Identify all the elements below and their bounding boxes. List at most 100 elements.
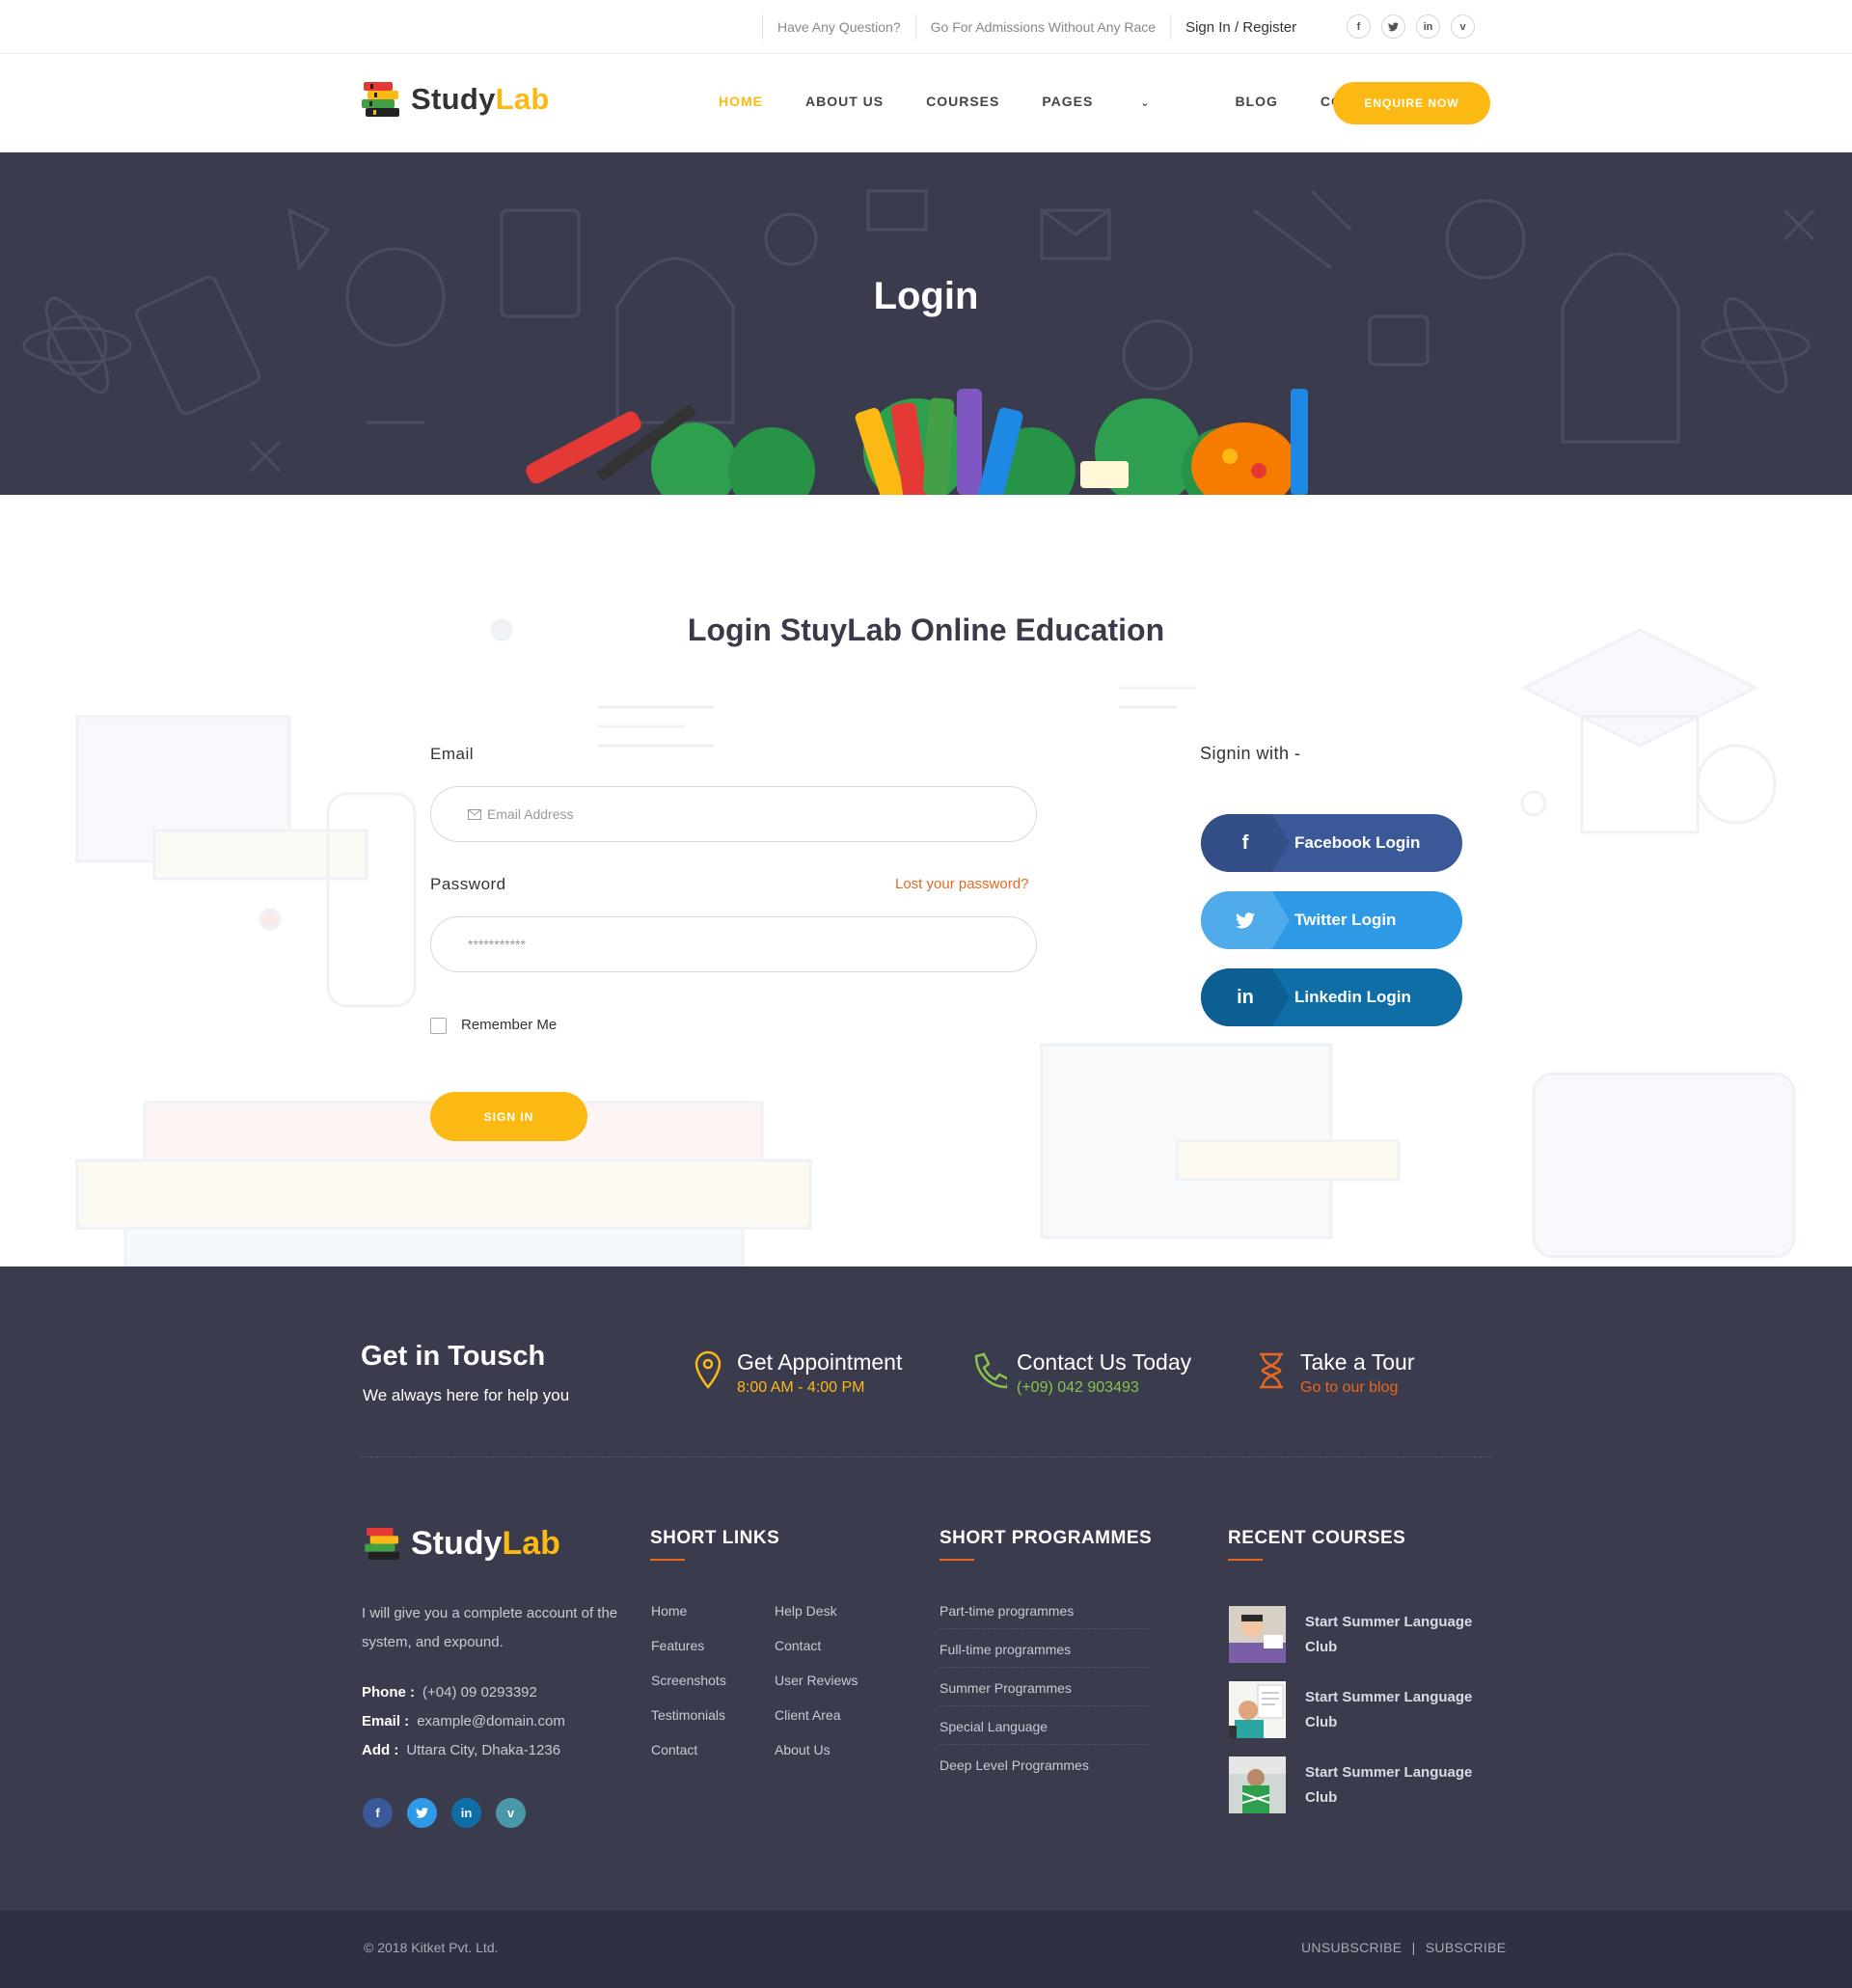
tour-title: Take a Tour — [1300, 1349, 1415, 1375]
signin-with-label: Signin with - — [1200, 744, 1301, 763]
tour-blog-link[interactable]: Go to our blog — [1300, 1377, 1414, 1399]
linkedin-icon: in — [1201, 968, 1290, 1026]
divider — [1170, 14, 1172, 40]
footer-link-user-reviews[interactable]: User Reviews — [775, 1673, 858, 1688]
contact-title: Contact Us Today — [1017, 1349, 1192, 1375]
programme-item[interactable]: Deep Level Programmes — [940, 1757, 1148, 1783]
chevron-down-icon: ⌄ — [1140, 97, 1151, 109]
enquire-button[interactable]: ENQUIRE NOW — [1333, 82, 1490, 124]
twitter-icon[interactable] — [407, 1798, 437, 1828]
books-logo-icon — [362, 82, 399, 117]
facebook-icon[interactable]: f — [1347, 14, 1371, 39]
facebook-icon: f — [1201, 814, 1290, 872]
get-in-touch-title: Get in Tousch — [361, 1341, 546, 1372]
footer-link-about-us[interactable]: About Us — [775, 1742, 831, 1757]
twitter-icon[interactable] — [1381, 14, 1405, 39]
programme-item[interactable]: Special Language — [940, 1719, 1148, 1745]
nav-blog[interactable]: BLOG — [1235, 94, 1277, 109]
programme-item[interactable]: Part-time programmes — [940, 1603, 1148, 1629]
footer-link-home[interactable]: Home — [651, 1603, 687, 1619]
remember-checkbox[interactable] — [430, 1018, 447, 1034]
footer-link-help-desk[interactable]: Help Desk — [775, 1603, 837, 1619]
nav-about[interactable]: ABOUT US — [805, 94, 884, 109]
password-field[interactable]: *********** — [430, 916, 1037, 972]
footer: Get in Tousch We always here for help yo… — [0, 1266, 1852, 1911]
footer-link-client-area[interactable]: Client Area — [775, 1707, 840, 1723]
password-placeholder: *********** — [468, 937, 526, 952]
footer-logo-text: StudyLab — [411, 1525, 560, 1562]
appointment-title: Get Appointment — [737, 1349, 903, 1375]
course-item[interactable]: Start Summer Language Club — [1229, 1757, 1498, 1813]
recent-courses-heading: RECENT COURSES — [1228, 1528, 1406, 1561]
contact-phone[interactable]: (+09) 042 903493 — [1017, 1377, 1191, 1399]
lost-password-link[interactable]: Lost your password? — [895, 876, 1028, 892]
subscription-links: UNSUBSCRIBE | SUBSCRIBE — [1301, 1940, 1506, 1955]
vimeo-icon[interactable]: v — [1451, 14, 1475, 39]
linkedin-login-button[interactable]: in Linkedin Login — [1201, 968, 1462, 1026]
password-label: Password — [430, 875, 506, 893]
top-links: Have Any Question? Go For Admissions Wit… — [748, 0, 1296, 54]
linkedin-icon[interactable]: in — [1416, 14, 1440, 39]
footer-about: I will give you a complete account of th… — [362, 1605, 618, 1650]
appointment-info: Get Appointment 8:00 AM - 4:00 PM — [689, 1348, 902, 1399]
page-title: Login — [873, 275, 979, 317]
footer-link-features[interactable]: Features — [651, 1638, 704, 1653]
top-socials: f in v — [1347, 14, 1475, 39]
divider — [762, 14, 763, 40]
contact-info: Contact Us Today (+09) 042 903493 — [968, 1348, 1191, 1399]
short-programmes-heading: SHORT PROGRAMMES — [940, 1528, 1153, 1561]
school-supplies-illustration — [526, 389, 1308, 495]
envelope-icon — [468, 808, 481, 820]
nav-home[interactable]: HOME — [719, 94, 763, 109]
vimeo-icon[interactable]: v — [496, 1798, 526, 1828]
subscribe-link[interactable]: SUBSCRIBE — [1426, 1940, 1507, 1955]
email-field[interactable]: Email Address — [430, 786, 1037, 842]
twitter-icon — [1201, 891, 1290, 949]
separator: | — [1411, 1940, 1416, 1955]
main-nav: HOME ABOUT US COURSES PAGES ⌄ BLOG CONTA… — [719, 94, 1434, 109]
linkedin-icon[interactable]: in — [451, 1798, 481, 1828]
programme-item[interactable]: Summer Programmes — [940, 1680, 1148, 1706]
twitter-login-button[interactable]: Twitter Login — [1201, 891, 1462, 949]
unsubscribe-link[interactable]: UNSUBSCRIBE — [1301, 1940, 1402, 1955]
footer-phone: Phone : (+04) 09 0293392 — [362, 1684, 537, 1701]
course-title: Start Summer Language Club — [1305, 1689, 1473, 1730]
login-heading: Login StuyLab Online Education — [687, 613, 1165, 647]
signin-button[interactable]: SIGN IN — [430, 1092, 587, 1141]
copyright-text: © 2018 Kitket Pvt. Ltd. — [364, 1940, 499, 1955]
footer-email: Email : example@domain.com — [362, 1713, 565, 1729]
course-thumbnail — [1229, 1606, 1286, 1663]
admissions-link[interactable]: Go For Admissions Without Any Race — [931, 19, 1156, 35]
footer-link-testimonials[interactable]: Testimonials — [651, 1707, 725, 1723]
books-logo-icon — [365, 1528, 399, 1560]
footer-address: Add : Uttara City, Dhaka-1236 — [362, 1742, 561, 1758]
facebook-icon[interactable]: f — [363, 1798, 393, 1828]
short-links-heading: SHORT LINKS — [650, 1528, 780, 1561]
email-label: Email — [430, 745, 475, 763]
footer-link-contact-2[interactable]: Contact — [775, 1638, 821, 1653]
footer-logo[interactable]: StudyLab — [365, 1525, 560, 1563]
footer-link-screenshots[interactable]: Screenshots — [651, 1673, 726, 1688]
footer-socials: f in v — [363, 1798, 526, 1828]
course-item[interactable]: Start Summer Language Club — [1229, 1606, 1498, 1663]
get-in-touch-subtitle: We always here for help you — [363, 1386, 570, 1404]
page-banner: Login — [0, 152, 1852, 495]
divider — [914, 14, 916, 40]
nav-courses[interactable]: COURSES — [926, 94, 999, 109]
login-section: Login StuyLab Online Education Email Ema… — [0, 495, 1852, 1266]
course-title: Start Summer Language Club — [1305, 1764, 1473, 1806]
hourglass-icon — [1260, 1352, 1283, 1389]
course-item[interactable]: Start Summer Language Club — [1229, 1681, 1498, 1738]
programme-item[interactable]: Full-time programmes — [940, 1642, 1148, 1668]
course-title: Start Summer Language Club — [1305, 1614, 1473, 1655]
remember-label[interactable]: Remember Me — [461, 1017, 557, 1033]
map-pin-icon — [694, 1350, 722, 1389]
signin-register-link[interactable]: Sign In / Register — [1185, 19, 1296, 36]
nav-pages[interactable]: PAGES ⌄ — [1042, 94, 1192, 109]
facebook-login-button[interactable]: f Facebook Login — [1201, 814, 1462, 872]
tour-info: Take a Tour Go to our blog — [1252, 1348, 1414, 1399]
question-link[interactable]: Have Any Question? — [777, 19, 901, 35]
phone-icon — [974, 1352, 1007, 1389]
footer-link-contact[interactable]: Contact — [651, 1742, 697, 1757]
logo[interactable]: StudyLab — [362, 82, 550, 117]
